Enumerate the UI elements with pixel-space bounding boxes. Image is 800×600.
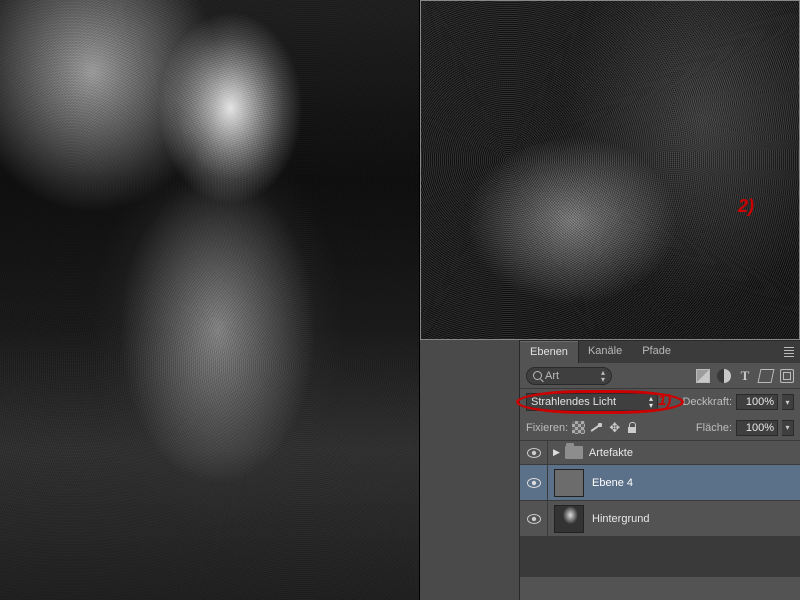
disclosure-triangle-icon[interactable]: ▶ xyxy=(553,447,560,458)
layers-panel: Ebenen Kanäle Pfade Art ▴▾ Strahlendes L… xyxy=(520,340,800,600)
layer-ebene-4[interactable]: Ebene 4 xyxy=(520,465,800,501)
blend-opacity-row: Strahlendes Licht ▴▾ 1) Deckkraft: 100% … xyxy=(520,389,800,415)
blend-mode-select[interactable]: Strahlendes Licht ▴▾ xyxy=(526,393,658,411)
layer-name: Artefakte xyxy=(589,447,633,459)
layer-name: Ebene 4 xyxy=(592,477,633,489)
eye-icon xyxy=(527,514,541,524)
visibility-toggle[interactable] xyxy=(520,441,548,464)
tab-channels[interactable]: Kanäle xyxy=(578,341,632,363)
stepper-icon: ▴▾ xyxy=(649,395,653,409)
blend-mode-value: Strahlendes Licht xyxy=(531,396,616,408)
layer-list: ▶ Artefakte Ebene 4 Hintergrund xyxy=(520,441,800,537)
lock-pixels-icon[interactable] xyxy=(590,421,603,434)
fill-field[interactable]: 100% xyxy=(736,420,778,436)
layer-name: Hintergrund xyxy=(592,513,649,525)
lock-label: Fixieren: xyxy=(526,422,568,434)
main-photo xyxy=(0,0,420,600)
filter-pixel-icon[interactable] xyxy=(696,369,710,383)
annotation-number-1: 1) xyxy=(658,392,671,409)
fill-caret[interactable]: ▾ xyxy=(782,420,794,436)
detail-crop-photo: 2) xyxy=(420,0,800,340)
layer-thumbnail[interactable] xyxy=(554,469,584,497)
filter-shape-icon[interactable] xyxy=(758,369,775,383)
filter-adjustment-icon[interactable] xyxy=(717,369,731,383)
layer-filter-row: Art ▴▾ xyxy=(520,363,800,389)
filter-type-icon[interactable] xyxy=(738,369,752,383)
filter-smartobject-icon[interactable] xyxy=(780,369,794,383)
search-icon xyxy=(533,371,542,380)
annotation-number-2: 2) xyxy=(738,196,754,217)
layer-type-filters xyxy=(696,369,794,383)
panel-menu-button[interactable] xyxy=(782,341,800,363)
layer-thumbnail[interactable] xyxy=(554,505,584,533)
opacity-label: Deckkraft: xyxy=(682,396,732,408)
layer-hintergrund[interactable]: Hintergrund xyxy=(520,501,800,537)
lock-fill-row: Fixieren: Fläche: 100% ▾ xyxy=(520,415,800,441)
tab-layers[interactable]: Ebenen xyxy=(520,341,578,363)
stepper-icon: ▴▾ xyxy=(601,369,605,383)
opacity-field[interactable]: 100% xyxy=(736,394,778,410)
lock-transparency-icon[interactable] xyxy=(572,421,585,434)
eye-icon xyxy=(527,448,541,458)
visibility-toggle[interactable] xyxy=(520,501,548,536)
eye-icon xyxy=(527,478,541,488)
layer-filter-select[interactable]: Art ▴▾ xyxy=(526,367,612,385)
lock-all-icon[interactable] xyxy=(626,421,639,434)
fill-label: Fläche: xyxy=(696,422,732,434)
opacity-caret[interactable]: ▾ xyxy=(782,394,794,410)
panel-empty-area xyxy=(520,537,800,577)
panel-tabs: Ebenen Kanäle Pfade xyxy=(520,341,800,363)
layer-filter-label: Art xyxy=(545,370,559,382)
visibility-toggle[interactable] xyxy=(520,465,548,500)
lock-position-icon[interactable] xyxy=(608,421,621,434)
folder-icon xyxy=(565,446,583,459)
tab-paths[interactable]: Pfade xyxy=(632,341,681,363)
lock-icons xyxy=(572,421,639,434)
layer-group-artefakte[interactable]: ▶ Artefakte xyxy=(520,441,800,465)
